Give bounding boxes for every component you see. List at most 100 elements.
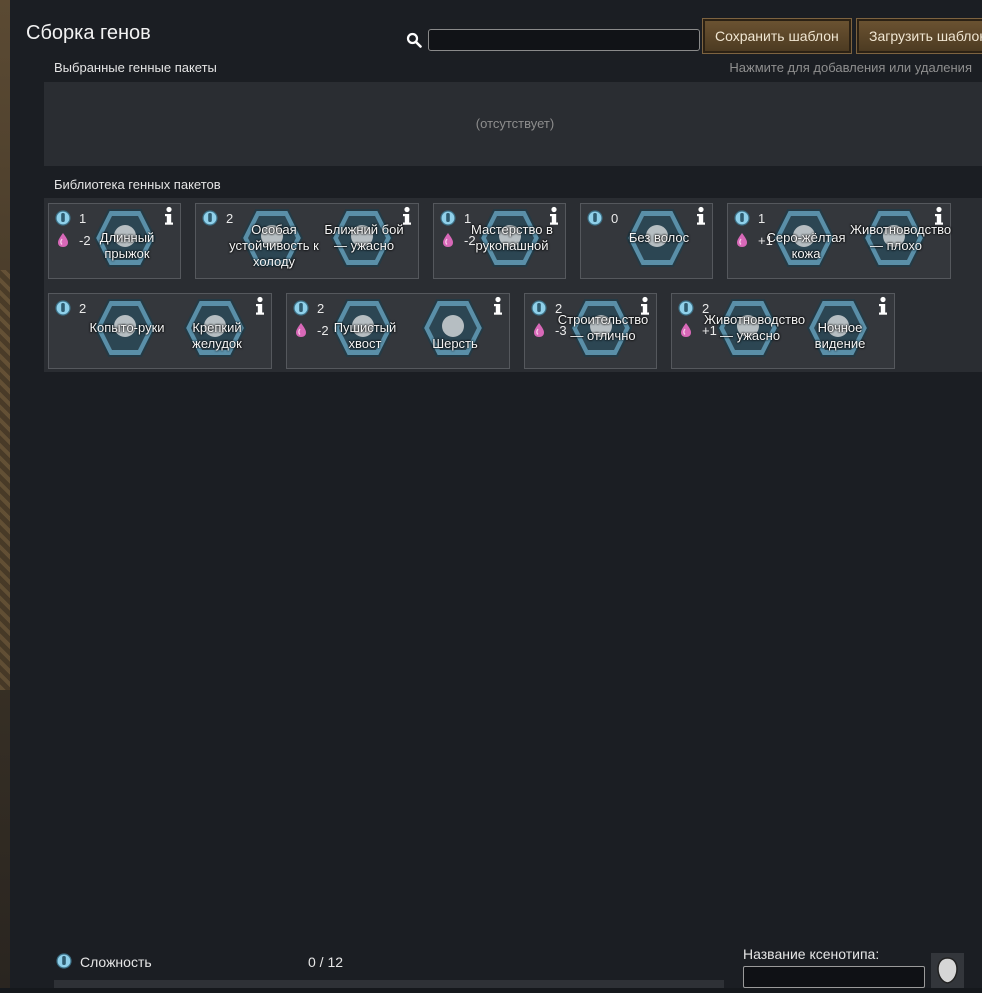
gene-pack-card[interactable]: Длинный прыжок 1 -2 [48, 203, 181, 279]
metabolism-stat: -3 [531, 322, 567, 338]
search-input[interactable] [428, 29, 700, 51]
metabolism-value: -3 [555, 322, 567, 338]
complexity-value: 2 [226, 210, 234, 226]
complexity-value: 2 [702, 300, 710, 316]
info-icon[interactable] [163, 206, 175, 226]
complexity-value: 0 / 12 [308, 954, 344, 970]
xenotype-name-input[interactable] [743, 966, 925, 988]
background-map [0, 0, 10, 988]
search-icon [406, 32, 422, 48]
metabolism-value: +1 [758, 232, 773, 248]
gene-assembly-window: Сборка генов Сохранить шаблон Загрузить … [10, 0, 982, 988]
metabolism-value: +1 [702, 322, 717, 338]
gene-pack-card[interactable]: Животноводство — ужасно Ночное видение 2 +1 [671, 293, 895, 369]
metabolism-value: -2 [317, 322, 329, 338]
complexity-icon [202, 210, 218, 226]
metabolism-value: -2 [464, 232, 476, 248]
gene-pack-card[interactable]: Строительство — отлично 2 -3 [524, 293, 657, 369]
complexity-icon [587, 210, 603, 226]
complexity-value: 2 [555, 300, 563, 316]
gene-slot: Шерсть [399, 294, 489, 368]
complexity-stat: 1 [55, 210, 86, 226]
selected-section-label: Выбранные генные пакеты [54, 60, 217, 75]
info-icon[interactable] [933, 206, 945, 226]
complexity-icon [531, 300, 547, 316]
gene-name: Мастерство в рукопашной [471, 222, 553, 253]
save-template-button[interactable]: Сохранить шаблон [702, 18, 852, 54]
info-icon[interactable] [254, 296, 266, 316]
info-icon[interactable] [548, 206, 560, 226]
metabolism-icon [296, 323, 306, 337]
selected-hint: Нажмите для добавления или удаления [729, 60, 972, 75]
gene-name: Ближний бой — ужасно [324, 222, 404, 253]
gene-slot: Ночное видение [784, 294, 874, 368]
complexity-stat: 2 [293, 300, 324, 316]
info-icon[interactable] [401, 206, 413, 226]
metabolism-stat: -2 [55, 232, 91, 248]
selected-genes-area[interactable]: (отсутствует) [44, 82, 982, 166]
complexity-icon [55, 300, 71, 316]
gene-slot: Крепкий желудок [161, 294, 251, 368]
complexity-icon [293, 300, 309, 316]
info-icon[interactable] [639, 296, 651, 316]
complexity-icon [56, 953, 72, 969]
gene-name: Шерсть [432, 336, 478, 351]
metabolism-stat: +1 [678, 322, 717, 338]
complexity-icon [678, 300, 694, 316]
complexity-stat: 2 [55, 300, 86, 316]
complexity-value: 1 [79, 210, 87, 226]
metabolism-value: -2 [79, 232, 91, 248]
complexity-stat: 2 [531, 300, 562, 316]
gene-name: Ночное видение [814, 320, 866, 351]
xenotype-head-icon [937, 957, 958, 984]
gene-name: Животноводство — ужасно [704, 312, 806, 343]
gene-pack-card[interactable]: Серо-жёлтая кожа Животноводство — плохо 1 +… [727, 203, 951, 279]
metabolism-icon [534, 323, 544, 337]
complexity-icon [734, 210, 750, 226]
gene-name: Особая устойчивость к холоду [229, 222, 319, 269]
metabolism-stat: -2 [440, 232, 476, 248]
library-section-label: Библиотека генных пакетов [54, 177, 221, 192]
gene-name: Животноводство — плохо [850, 222, 952, 253]
complexity-value: 2 [79, 300, 87, 316]
gene-slot: Животноводство — плохо [840, 204, 951, 278]
info-icon[interactable] [695, 206, 707, 226]
complexity-stat: 1 [440, 210, 471, 226]
gene-pack-card[interactable]: Пушистый хвост Шерсть 2 -2 [286, 293, 510, 369]
info-icon[interactable] [877, 296, 889, 316]
gene-pack-card[interactable]: Мастерство в рукопашной 1 -2 [433, 203, 566, 279]
gene-pack-card[interactable]: Копыто-руки Крепкий желудок 2 [48, 293, 272, 369]
gene-library-area: Длинный прыжок 1 -2 Особая устойчивость к х… [44, 198, 982, 372]
gene-name: Пушистый хвост [333, 320, 397, 351]
complexity-value: 1 [464, 210, 472, 226]
complexity-label: Сложность [80, 954, 152, 970]
gene-name: Серо-жёлтая кожа [766, 230, 846, 261]
metabolism-icon [681, 323, 691, 337]
complexity-stat: 1 [734, 210, 765, 226]
metabolism-icon [737, 233, 747, 247]
gene-name: Крепкий желудок [192, 320, 242, 351]
gene-name: Длинный прыжок [99, 230, 155, 261]
complexity-icon [440, 210, 456, 226]
metabolism-icon [443, 233, 453, 247]
footer-scroll-bar [54, 980, 724, 988]
complexity-stat: 0 [587, 210, 618, 226]
load-template-button[interactable]: Загрузить шаблон [856, 18, 982, 54]
complexity-value: 2 [317, 300, 325, 316]
selected-empty-text: (отсутствует) [475, 116, 555, 131]
metabolism-stat: -2 [293, 322, 329, 338]
xenotype-name-label: Название ксенотипа: [743, 946, 880, 962]
gene-slot: Ближний бой — ужасно [308, 204, 404, 278]
gene-pack-card[interactable]: Особая устойчивость к холоду Ближний бой … [195, 203, 419, 279]
gene-pack-card[interactable]: Без волос 0 [580, 203, 713, 279]
complexity-icon [55, 210, 71, 226]
gene-name: Строительство — отлично [557, 312, 649, 343]
complexity-value: 0 [611, 210, 619, 226]
complexity-stat: 2 [202, 210, 233, 226]
xenotype-icon-button[interactable] [931, 953, 964, 988]
complexity-stat: 2 [678, 300, 709, 316]
window-title: Сборка генов [26, 22, 151, 44]
complexity-value: 1 [758, 210, 766, 226]
gene-name: Копыто-руки [89, 320, 165, 335]
info-icon[interactable] [492, 296, 504, 316]
